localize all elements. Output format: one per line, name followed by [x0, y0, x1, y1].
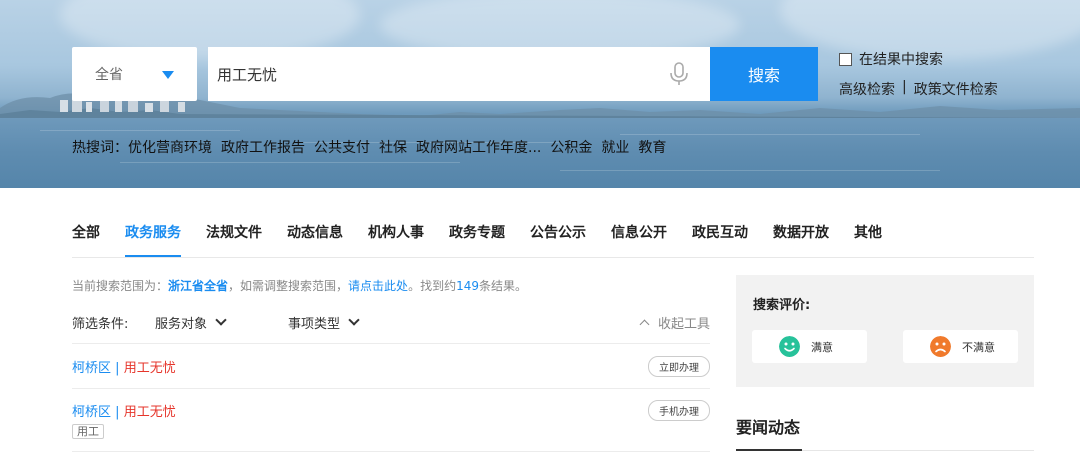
policy-search-link[interactable]: 政策文件检索 [914, 79, 998, 99]
search-input[interactable] [208, 47, 648, 101]
satisfied-button[interactable]: 满意 [752, 330, 867, 363]
region-select[interactable]: 全省 [72, 47, 197, 101]
result-separator: | [115, 361, 120, 376]
result-name: 用工无忧 [123, 361, 176, 376]
result-title[interactable]: 柯桥区 | 用工无忧 [72, 401, 710, 420]
filter-service-target[interactable]: 服务对象 [155, 313, 227, 332]
filter-item-type-label: 事项类型 [288, 317, 341, 332]
ripple [40, 130, 240, 131]
hot-words-title: 热搜词： [72, 140, 128, 156]
filter-bar: 筛选条件: 服务对象 事项类型 收起工具 [72, 313, 710, 333]
result-item: 柯桥区 | 用工无忧 用工 手机办理 [72, 400, 710, 439]
search-in-results-checkbox[interactable]: 在结果中搜索 [839, 49, 943, 69]
hot-word[interactable]: 优化营商环境 [128, 137, 212, 157]
hot-word[interactable]: 政府工作报告 [221, 137, 305, 157]
checkbox-icon[interactable] [839, 52, 852, 66]
row-divider [72, 388, 710, 389]
collapse-tools-label: 收起工具 [657, 317, 710, 332]
result-title[interactable]: 柯桥区 | 用工无忧 [72, 357, 710, 376]
advanced-search-link[interactable]: 高级检索 [839, 79, 895, 99]
caret-down-icon [162, 71, 174, 79]
tab-news[interactable]: 动态信息 [287, 222, 343, 258]
hot-word[interactable]: 就业 [601, 137, 629, 157]
row-divider [72, 451, 710, 452]
mobile-apply-button[interactable]: 手机办理 [648, 400, 710, 421]
tab-regulations[interactable]: 法规文件 [206, 222, 262, 258]
unsatisfied-label: 不满意 [962, 340, 995, 354]
hot-word[interactable]: 公共支付 [314, 137, 370, 157]
tab-all[interactable]: 全部 [72, 222, 100, 258]
tab-government-services[interactable]: 政务服务 [125, 222, 181, 258]
scope-suffix: 条结果。 [478, 279, 527, 293]
sad-face-icon [930, 336, 951, 357]
result-area: 柯桥区 [72, 405, 112, 420]
tab-topics[interactable]: 政务专题 [449, 222, 505, 258]
result-count: 149 [456, 279, 479, 293]
rating-title: 搜索评价: [753, 298, 811, 313]
tab-interaction[interactable]: 政民互动 [692, 222, 748, 258]
hot-word[interactable]: 公积金 [550, 137, 592, 157]
chevron-down-icon [215, 314, 227, 326]
ripple [560, 170, 940, 171]
hot-words: 热搜词： 优化营商环境 政府工作报告 公共支付 社保 政府网站工作年度... 公… [72, 137, 675, 157]
link-separator: | [902, 79, 907, 95]
unsatisfied-button[interactable]: 不满意 [903, 330, 1018, 363]
news-section-title: 要闻动态 [736, 418, 801, 437]
scope-prefix: 当前搜索范围为： [72, 279, 169, 293]
scope-suffix: 。找到约 [408, 279, 457, 293]
chevron-up-icon [639, 319, 650, 330]
advanced-links: 高级检索 | 政策文件检索 [839, 79, 998, 99]
news-title-underline [736, 449, 802, 451]
satisfied-label: 满意 [811, 340, 833, 354]
tab-announcements[interactable]: 公告公示 [530, 222, 586, 258]
hot-word[interactable]: 政府网站工作年度... [416, 137, 541, 157]
category-tabs: 全部 政务服务 法规文件 动态信息 机构人事 政务专题 公告公示 信息公开 政民… [72, 222, 907, 258]
ripple [620, 134, 920, 135]
search-rating-panel: 搜索评价: 满意 不满意 [736, 275, 1034, 387]
tab-open-data[interactable]: 数据开放 [773, 222, 829, 258]
tabs-divider [72, 257, 1034, 258]
chevron-down-icon [348, 314, 360, 326]
hot-word[interactable]: 社保 [379, 137, 407, 157]
collapse-tools-button[interactable]: 收起工具 [639, 313, 710, 332]
ripple [120, 162, 460, 163]
result-separator: | [115, 405, 120, 420]
result-item: 柯桥区 | 用工无忧 立即办理 [72, 356, 710, 377]
result-name: 用工无忧 [123, 405, 176, 420]
scope-middle: ，如需调整搜索范围， [228, 279, 349, 293]
tab-other[interactable]: 其他 [854, 222, 882, 258]
region-select-value: 全省 [95, 67, 123, 83]
apply-now-button[interactable]: 立即办理 [648, 356, 710, 377]
search-in-results-label: 在结果中搜索 [859, 52, 943, 68]
result-area: 柯桥区 [72, 361, 112, 376]
filter-service-target-label: 服务对象 [155, 317, 208, 332]
microphone-icon[interactable] [668, 61, 690, 87]
smile-face-icon [779, 336, 800, 357]
scope-range: 浙江省全省 [168, 279, 229, 293]
row-divider [72, 343, 710, 344]
result-tag: 用工 [72, 424, 104, 439]
search-box [208, 47, 710, 101]
search-scope: 当前搜索范围为：浙江省全省，如需调整搜索范围，请点击此处。找到约149条结果。 [72, 277, 527, 294]
hot-word[interactable]: 教育 [638, 137, 666, 157]
filter-label: 筛选条件: [72, 317, 129, 332]
scope-change-link[interactable]: 请点击此处 [348, 279, 408, 293]
tab-disclosure[interactable]: 信息公开 [611, 222, 667, 258]
search-button[interactable]: 搜索 [710, 47, 818, 101]
filter-item-type[interactable]: 事项类型 [288, 313, 360, 332]
tab-personnel[interactable]: 机构人事 [368, 222, 424, 258]
